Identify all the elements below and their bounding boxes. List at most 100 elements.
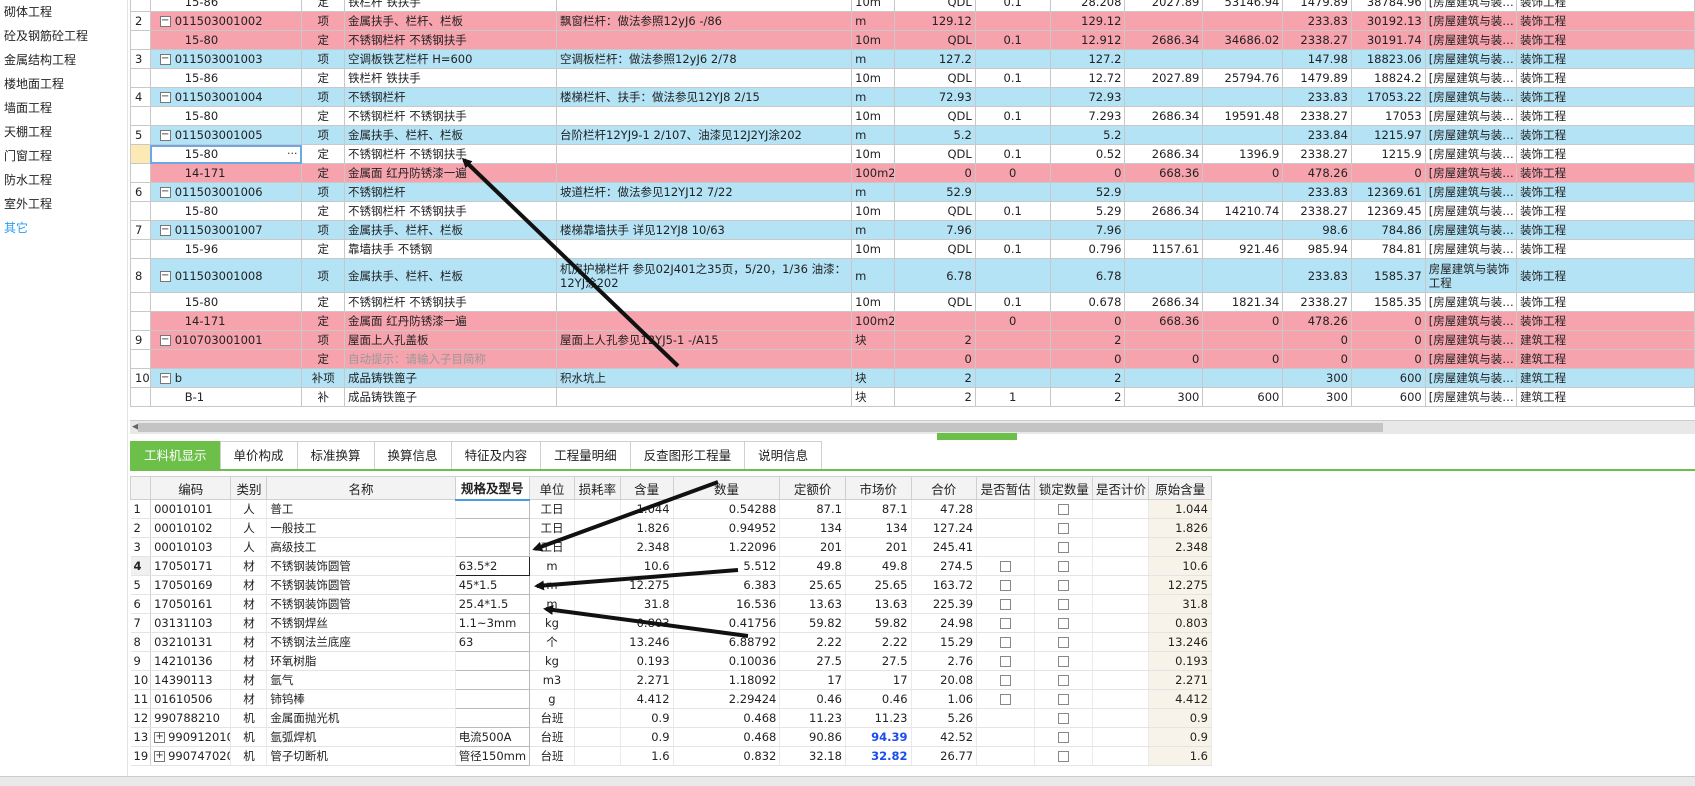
- bill-cell[interactable]: [556, 68, 853, 88]
- lock-qty-cell[interactable]: [1034, 594, 1094, 614]
- material-loss[interactable]: [574, 746, 621, 766]
- bill-cell[interactable]: [房屋建筑与装…: [1424, 349, 1518, 369]
- material-amount[interactable]: 0.10036: [673, 651, 781, 671]
- material-loss[interactable]: [574, 651, 621, 671]
- bill-cell[interactable]: 2686.34: [1124, 30, 1204, 50]
- minus-box-icon[interactable]: −: [159, 130, 171, 141]
- bill-row[interactable]: 15-86 定铁栏杆 铁扶手 10m QDL 0.1 28.208 2027.89 53146…: [130, 0, 1695, 12]
- bill-cell[interactable]: 1215.9: [1350, 144, 1426, 164]
- material-market[interactable]: 13.63: [845, 594, 912, 614]
- bill-cell[interactable]: 19591.48: [1202, 106, 1284, 126]
- material-qty[interactable]: 1.826: [620, 518, 674, 538]
- bill-cell[interactable]: 0: [893, 349, 976, 369]
- is-estimate-cell[interactable]: [976, 499, 1036, 519]
- material-row[interactable]: 5 17050169 材不锈钢装饰圆管 45*1.5 m 12.275 6.383 25.65…: [130, 575, 1212, 595]
- bill-cell[interactable]: 坡道栏杆：做法参见12YJ12 7/22: [556, 182, 853, 202]
- bill-cell[interactable]: 定: [301, 106, 346, 126]
- material-name[interactable]: 铈钨棒: [266, 689, 456, 709]
- bill-cell[interactable]: 装饰工程: [1516, 11, 1695, 31]
- is-priced-cell[interactable]: [1092, 518, 1150, 538]
- column-header[interactable]: 编码: [150, 476, 232, 500]
- bill-cell[interactable]: QDL: [893, 144, 976, 164]
- bill-cell[interactable]: 定: [301, 239, 346, 259]
- bill-cell[interactable]: 2: [893, 387, 976, 407]
- bill-cell[interactable]: QDL: [893, 106, 976, 126]
- row-number[interactable]: [130, 68, 151, 88]
- material-total[interactable]: 1.06: [911, 689, 978, 709]
- material-row[interactable]: 7 03131103 材不锈钢焊丝 1.1~3mm kg 0.803 0.41756 59.8…: [130, 613, 1212, 633]
- material-name[interactable]: 不锈钢装饰圆管: [266, 556, 456, 576]
- bill-cell[interactable]: 10m: [851, 239, 895, 259]
- material-loss[interactable]: [574, 575, 621, 595]
- material-code[interactable]: 01610506: [150, 689, 232, 709]
- row-number[interactable]: 9: [130, 330, 151, 350]
- material-quota[interactable]: 25.65: [779, 575, 846, 595]
- material-total[interactable]: 245.41: [911, 537, 978, 557]
- material-row[interactable]: 19 +990747020 机管子切断机 管径150mm 台班 1.6 0.832 32.18…: [130, 746, 1212, 766]
- bill-cell[interactable]: 成品铸铁篦子: [344, 368, 558, 388]
- bill-cell[interactable]: 17053.22: [1350, 87, 1426, 107]
- bill-cell[interactable]: 靠墙扶手 不锈钢: [344, 239, 558, 259]
- bill-cell[interactable]: 34686.02: [1202, 30, 1284, 50]
- bill-cell[interactable]: 52.9: [1049, 182, 1126, 202]
- bill-cell[interactable]: 15-86: [149, 0, 303, 12]
- bill-cell[interactable]: 600: [1350, 387, 1426, 407]
- row-number[interactable]: [130, 292, 151, 312]
- column-header[interactable]: 是否计价: [1092, 476, 1150, 500]
- original-qty[interactable]: 10.6: [1148, 556, 1212, 576]
- material-qty[interactable]: 2.348: [620, 537, 674, 557]
- bill-cell[interactable]: 2686.34: [1124, 106, 1204, 126]
- material-code[interactable]: 14210136: [150, 651, 232, 671]
- material-code[interactable]: 17050169: [150, 575, 232, 595]
- checkbox[interactable]: [1000, 618, 1012, 629]
- bill-cell[interactable]: 装饰工程: [1516, 292, 1695, 312]
- bill-cell[interactable]: 233.83: [1282, 11, 1352, 31]
- bill-cell[interactable]: 10m: [851, 201, 895, 221]
- bill-cell[interactable]: [974, 349, 1051, 369]
- original-qty[interactable]: 1.826: [1148, 518, 1212, 538]
- material-cat[interactable]: 人: [230, 537, 268, 557]
- material-qty[interactable]: 13.246: [620, 632, 674, 652]
- bill-cell[interactable]: [房屋建筑与装…: [1424, 387, 1518, 407]
- sidebar-item[interactable]: 天棚工程: [0, 120, 127, 144]
- checkbox[interactable]: [1000, 656, 1012, 667]
- is-estimate-cell[interactable]: [976, 727, 1036, 747]
- bill-cell[interactable]: 7.293: [1049, 106, 1126, 126]
- bill-cell[interactable]: 定: [301, 144, 346, 164]
- bill-cell[interactable]: 100m2: [851, 163, 895, 183]
- bill-cell[interactable]: 0: [1282, 330, 1352, 350]
- bill-cell[interactable]: B-1: [149, 387, 303, 407]
- bill-cell[interactable]: m: [851, 49, 895, 69]
- material-cat[interactable]: 材: [230, 689, 268, 709]
- material-row[interactable]: 6 17050161 材不锈钢装饰圆管 25.4*1.5 m 31.8 16.536 13.6…: [130, 594, 1212, 614]
- bill-cell[interactable]: 127.2: [1049, 49, 1126, 69]
- bill-cell[interactable]: [974, 330, 1051, 350]
- original-qty[interactable]: 0.9: [1148, 708, 1212, 728]
- column-header[interactable]: 类别: [230, 476, 268, 500]
- bill-cell[interactable]: 建筑工程: [1516, 330, 1695, 350]
- bill-cell[interactable]: 0: [1202, 311, 1284, 331]
- checkbox[interactable]: [1000, 675, 1012, 686]
- bill-cell[interactable]: 不锈钢栏杆 不锈钢扶手: [344, 292, 558, 312]
- bill-cell[interactable]: 1479.89: [1282, 68, 1352, 88]
- material-loss[interactable]: [574, 727, 621, 747]
- bill-cell[interactable]: 定: [301, 201, 346, 221]
- bill-cell[interactable]: 0: [1049, 349, 1126, 369]
- material-code[interactable]: 00010102: [150, 518, 232, 538]
- sidebar-item[interactable]: 其它: [0, 216, 127, 240]
- material-quota[interactable]: 13.63: [779, 594, 846, 614]
- is-estimate-cell[interactable]: [976, 594, 1036, 614]
- bill-cell[interactable]: 装饰工程: [1516, 311, 1695, 331]
- bill-row[interactable]: 6−011503001006 项不锈钢栏杆 坡道栏杆：做法参见12YJ12 7/22…: [130, 182, 1695, 202]
- bill-cell[interactable]: 0.796: [1049, 239, 1126, 259]
- lock-qty-cell[interactable]: [1034, 708, 1094, 728]
- material-cat[interactable]: 材: [230, 556, 268, 576]
- bill-row[interactable]: 15-80 定不锈钢栏杆 不锈钢扶手 10m QDL 0.1 12.912 2686.34 3…: [130, 30, 1695, 50]
- bill-cell[interactable]: 定: [301, 68, 346, 88]
- material-name[interactable]: 金属面抛光机: [266, 708, 456, 728]
- bill-cell[interactable]: 屋面上人孔参见12YJ5-1 -/A15: [556, 330, 853, 350]
- bill-cell[interactable]: m: [851, 11, 895, 31]
- material-quota[interactable]: 11.23: [779, 708, 846, 728]
- column-header[interactable]: [129, 476, 152, 500]
- bill-cell[interactable]: 铁栏杆 铁扶手: [344, 0, 558, 12]
